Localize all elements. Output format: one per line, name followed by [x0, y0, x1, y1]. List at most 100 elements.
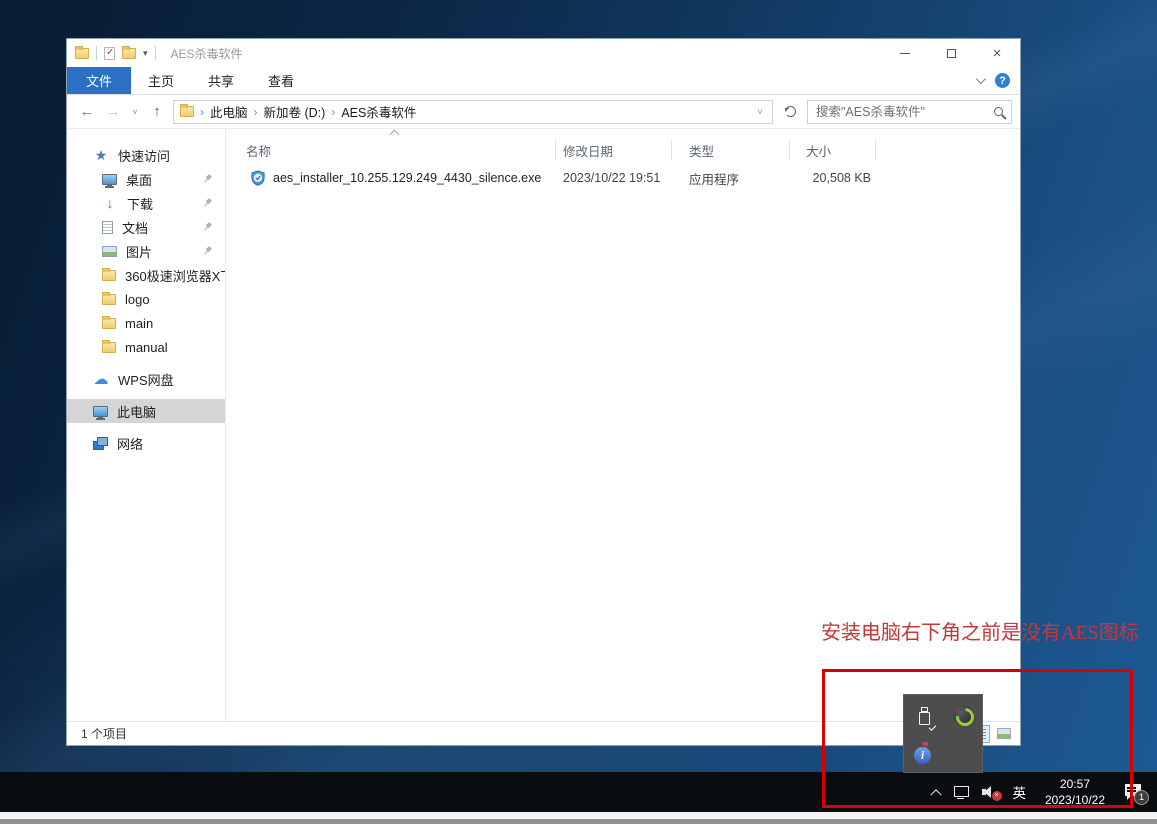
ribbon-right-controls: ? [975, 67, 1020, 94]
column-headers: 名称 修改日期 类型 大小 [226, 135, 1020, 165]
sidebar-item-label: WPS网盘 [118, 372, 174, 388]
customize-qat-icon[interactable]: ▾ [143, 48, 148, 59]
navigation-bar: ← → ˅ ↑ › 此电脑 › 新加卷 (D:) › AES杀毒软件 ˅ [67, 95, 1020, 129]
close-icon: × [992, 44, 1002, 62]
sidebar-item-label: 下载 [127, 196, 154, 212]
file-row[interactable]: aes_installer_10.255.129.249_4430_silenc… [226, 165, 1020, 191]
window-controls: × [882, 39, 1020, 67]
highlight-rectangle [822, 669, 1133, 808]
folder-icon [102, 267, 116, 281]
search-box[interactable] [807, 99, 1012, 124]
pin-icon [200, 244, 214, 258]
column-header-name[interactable]: 名称 [226, 140, 556, 160]
maximize-button[interactable] [928, 39, 974, 67]
folder-icon [102, 315, 116, 329]
help-icon[interactable]: ? [995, 73, 1010, 88]
tab-view[interactable]: 查看 [251, 67, 311, 94]
breadcrumb-this-pc[interactable]: 此电脑 [210, 102, 248, 121]
separator [154, 46, 156, 60]
download-icon: ↓ [106, 195, 114, 211]
close-button[interactable]: × [974, 39, 1020, 67]
installer-shield-icon [251, 170, 265, 186]
sidebar-item-label: 文档 [122, 220, 149, 236]
tab-home[interactable]: 主页 [131, 67, 191, 94]
forward-button[interactable]: → [103, 103, 123, 120]
properties-icon[interactable] [104, 46, 115, 60]
notification-badge: 1 [1134, 790, 1149, 805]
pin-icon [200, 172, 214, 186]
file-date-cell: 2023/10/22 19:51 [563, 171, 661, 185]
screen: ▾ AES杀毒软件 × 文件 主页 共享 查看 ? ← → ˅ ↑ [0, 0, 1157, 824]
file-type-cell: 应用程序 [689, 172, 740, 187]
breadcrumb-drive-d[interactable]: 新加卷 (D:) [264, 102, 326, 121]
sidebar-item-wps-cloud[interactable]: ☁ WPS网盘 [67, 367, 225, 391]
sidebar-item-label: 桌面 [126, 172, 153, 188]
network-icon [93, 437, 108, 450]
breadcrumb-chevron-icon: › [331, 104, 336, 119]
sidebar-item-label: 网络 [117, 436, 144, 452]
minimize-button[interactable] [882, 39, 928, 67]
column-header-size[interactable]: 大小 [790, 140, 876, 160]
back-button[interactable]: ← [77, 103, 97, 120]
sidebar-item-this-pc[interactable]: 此电脑 [67, 399, 225, 423]
navigation-pane: ★ 快速访问 桌面 ↓ 下载 文档 图片 360极速浏览器X logo main… [67, 129, 226, 721]
sidebar-item-360-browser-download[interactable]: 360极速浏览器X下载 [67, 263, 225, 287]
item-count: 1 个项目 [81, 727, 128, 741]
computer-icon [93, 405, 108, 419]
expand-ribbon-icon[interactable] [975, 74, 986, 85]
sidebar-item-label: 快速访问 [118, 148, 171, 164]
minimize-icon [900, 52, 910, 54]
sidebar-item-label: 图片 [126, 244, 153, 260]
new-folder-icon[interactable] [122, 45, 136, 59]
tab-file[interactable]: 文件 [67, 67, 132, 94]
pictures-icon [102, 245, 117, 257]
file-name: aes_installer_10.255.129.249_4430_silenc… [273, 171, 542, 185]
ribbon-tab-bar: 文件 主页 共享 查看 ? [67, 67, 1020, 95]
sidebar-item-label: 此电脑 [117, 404, 157, 420]
separator [96, 46, 97, 60]
cloud-icon: ☁ [93, 370, 109, 388]
sidebar-item-quick-access[interactable]: ★ 快速访问 [67, 143, 225, 167]
desktop-icon [102, 173, 117, 187]
search-icon[interactable] [994, 107, 1003, 116]
sidebar-item-logo[interactable]: logo [67, 287, 225, 311]
sidebar-item-documents[interactable]: 文档 [67, 215, 225, 239]
quick-access-toolbar: ▾ AES杀毒软件 [75, 45, 243, 62]
sidebar-item-main[interactable]: main [67, 311, 225, 335]
title-bar[interactable]: ▾ AES杀毒软件 × [67, 39, 1020, 67]
sidebar-item-pictures[interactable]: 图片 [67, 239, 225, 263]
recent-locations-icon[interactable]: ˅ [129, 107, 141, 117]
location-folder-icon [180, 104, 194, 117]
annotation-text: 安装电脑右下角之前是没有AES图标 [821, 622, 1139, 644]
breadcrumb-chevron-icon: › [253, 104, 258, 119]
refresh-icon [784, 106, 796, 117]
star-icon: ★ [94, 147, 108, 163]
document-icon [102, 220, 113, 234]
pin-icon [200, 220, 214, 234]
file-name-cell[interactable]: aes_installer_10.255.129.249_4430_silenc… [226, 170, 556, 186]
sidebar-item-desktop[interactable]: 桌面 [67, 167, 225, 191]
breadcrumb-current-folder[interactable]: AES杀毒软件 [341, 102, 416, 121]
tab-share[interactable]: 共享 [191, 67, 251, 94]
refresh-button[interactable] [779, 101, 801, 123]
breadcrumb-chevron-icon: › [200, 104, 204, 119]
sidebar-item-network[interactable]: 网络 [67, 431, 225, 455]
sidebar-item-label: 360极速浏览器X下载 [125, 268, 225, 284]
sidebar-item-manual[interactable]: manual [67, 335, 225, 359]
up-button[interactable]: ↑ [147, 103, 167, 120]
sidebar-item-label: manual [125, 339, 168, 355]
address-bar[interactable]: › 此电脑 › 新加卷 (D:) › AES杀毒软件 ˅ [173, 99, 773, 124]
folder-icon [102, 291, 116, 305]
sidebar-item-label: logo [125, 291, 150, 307]
column-header-date-modified[interactable]: 修改日期 [556, 140, 672, 160]
folder-icon [102, 339, 116, 353]
file-size-cell: 20,508 KB [812, 171, 871, 185]
sidebar-item-downloads[interactable]: ↓ 下载 [67, 191, 225, 215]
column-header-type[interactable]: 类型 [672, 140, 790, 160]
explorer-app-icon [75, 45, 89, 59]
search-input[interactable] [816, 104, 994, 119]
pin-icon [200, 196, 214, 210]
address-dropdown-icon[interactable]: ˅ [754, 107, 766, 117]
maximize-icon [946, 48, 956, 58]
sidebar-item-label: main [125, 315, 154, 331]
